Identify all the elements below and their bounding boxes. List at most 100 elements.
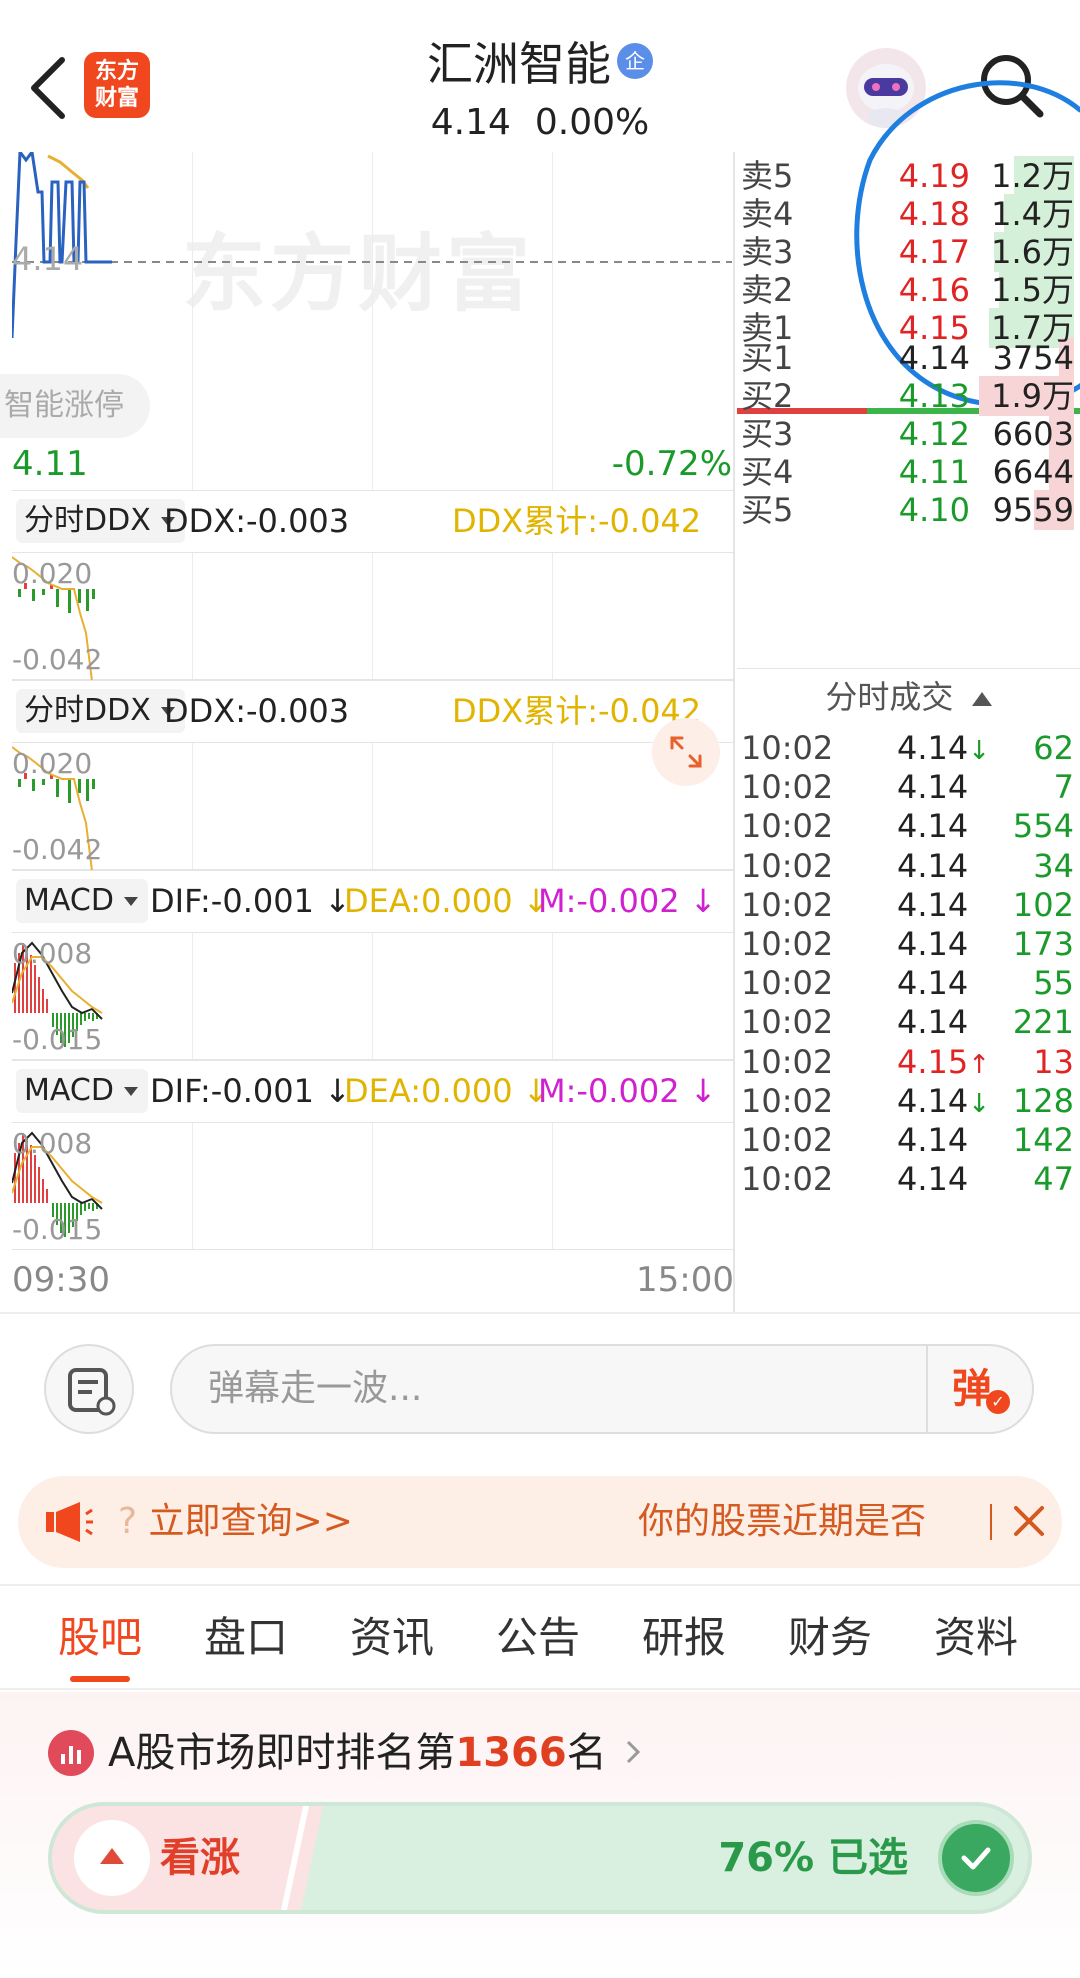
robot-assistant-icon[interactable] bbox=[846, 48, 926, 128]
arrow-down-icon: ↓ bbox=[968, 1088, 991, 1119]
danmu-input[interactable]: 弹幕走一波... bbox=[170, 1344, 1034, 1434]
query-now-link[interactable]: 立即查询>> bbox=[137, 1501, 353, 1542]
ref-price-label: 4.14 bbox=[12, 240, 84, 278]
expand-icon[interactable] bbox=[652, 718, 720, 786]
chevron-right-icon[interactable] bbox=[622, 1732, 646, 1772]
app-logo-line2: 财富 bbox=[94, 86, 139, 111]
close-icon[interactable] bbox=[1004, 1496, 1054, 1546]
indicator-header-ddx-1: 分时DDX DDX:-0.003 DDX累计:-0.042 bbox=[12, 490, 735, 552]
bar-chart-icon bbox=[48, 1730, 94, 1776]
stock-name: 汇洲智能 bbox=[427, 37, 611, 91]
tick-price-value: 4.14 bbox=[897, 885, 969, 924]
ddx-value: DDX:-0.003 bbox=[164, 692, 350, 730]
rank-suffix: 名 bbox=[566, 1730, 607, 1776]
vote-up-label[interactable]: 看涨 bbox=[160, 1806, 240, 1910]
tab-research[interactable]: 研报 bbox=[624, 1586, 744, 1692]
tab-pankou[interactable]: 盘口 bbox=[186, 1586, 306, 1692]
low-pct-label: -0.72% bbox=[611, 444, 732, 484]
macd-bottom-label: -0.015 bbox=[12, 1213, 103, 1246]
macd-top-label: 0.008 bbox=[12, 937, 93, 970]
tick-price-value: 4.14 bbox=[897, 1160, 969, 1199]
tick-price-value: 4.14 bbox=[897, 729, 969, 767]
tick-price-value: 4.14 bbox=[897, 846, 969, 885]
search-icon[interactable] bbox=[976, 50, 1046, 120]
price-line: 4.14 0.00% bbox=[300, 102, 780, 143]
m-value: M:-0.002 ↓ bbox=[538, 1072, 717, 1110]
low-price-label: 4.11 bbox=[12, 444, 88, 484]
arrow-up-icon: ↑ bbox=[968, 1049, 991, 1080]
tab-news[interactable]: 资讯 bbox=[332, 1586, 452, 1692]
bid-level-label: 买5 bbox=[741, 491, 794, 529]
tab-announcements[interactable]: 公告 bbox=[478, 1586, 598, 1692]
bid-price: 4.10 bbox=[898, 491, 970, 529]
indicator-chart-ddx-2[interactable]: 0.020 -0.042 bbox=[12, 742, 735, 871]
dif-value: DIF:-0.001 ↓ bbox=[150, 882, 351, 920]
arrow-down-icon: ↓ bbox=[968, 736, 991, 766]
rank-area: A股市场即时排名第1366名 看涨 76% 已选 bbox=[0, 1692, 1080, 1978]
indicator-chart-ddx-1[interactable]: 0.020 -0.042 bbox=[12, 552, 735, 681]
tick-price-value: 4.14 bbox=[897, 964, 969, 1003]
sort-up-icon bbox=[971, 692, 992, 706]
comment-bar: 弹幕走一波... 弹 ✓ bbox=[0, 1312, 1080, 1462]
up-arrow-icon[interactable] bbox=[74, 1820, 150, 1896]
indicator-header-macd-2: MACD DIF:-0.001 ↓ DEA:0.000 ↓ M:-0.002 ↓ bbox=[12, 1060, 735, 1122]
tick-row: 10:02 4.14 47 bbox=[737, 1155, 1080, 1204]
indicator-selector-ddx-1[interactable]: 分时DDX bbox=[16, 499, 185, 543]
indicator-header-macd-1: MACD DIF:-0.001 ↓ DEA:0.000 ↓ M:-0.002 ↓ bbox=[12, 870, 735, 932]
indicator-selector-macd-1[interactable]: MACD bbox=[16, 879, 148, 923]
price-chart[interactable]: 东方财富 4.14 智能涨停 4.11 -0.72% bbox=[0, 152, 732, 490]
sentiment-vote-bar[interactable]: 看涨 76% 已选 bbox=[48, 1802, 1032, 1914]
indicator-header-ddx-2: 分时DDX DDX:-0.003 DDX累计:-0.042 bbox=[12, 680, 735, 742]
back-arrow-icon[interactable] bbox=[18, 48, 78, 128]
vote-percent: 76% 已选 bbox=[718, 1835, 908, 1881]
tab-profile[interactable]: 资料 bbox=[916, 1586, 1036, 1692]
bid-volume: 9559 bbox=[992, 491, 1074, 529]
tab-finance[interactable]: 财务 bbox=[770, 1586, 890, 1692]
macd-top-label: 0.008 bbox=[12, 1127, 93, 1160]
chart-area: 东方财富 4.14 智能涨停 4.11 -0.72% 分时DDX DDX:-0.… bbox=[0, 152, 735, 1312]
m-value: M:-0.002 ↓ bbox=[538, 882, 717, 920]
app-logo[interactable]: 东方 财富 bbox=[84, 52, 150, 118]
title-block: 汇洲智能企 4.14 0.00% bbox=[300, 28, 780, 143]
rank-number: 1366 bbox=[455, 1730, 567, 1776]
tick-price-value: 4.14 bbox=[897, 768, 969, 807]
ddx-value: DDX:-0.003 bbox=[164, 502, 350, 540]
indicator-selector-macd-2[interactable]: MACD bbox=[16, 1069, 148, 1113]
header: 东方 财富 汇洲智能企 4.14 0.00% bbox=[0, 0, 1080, 152]
tick-price-value: 4.14 bbox=[897, 1003, 969, 1042]
tick-volume: 47 bbox=[1033, 1160, 1074, 1199]
promo-banner[interactable]: ‌? 立即查询>> 你的股票近期是否 bbox=[18, 1476, 1062, 1568]
indicator-selector-ddx-2[interactable]: 分时DDX bbox=[16, 689, 185, 733]
active-tab-indicator bbox=[70, 1676, 130, 1682]
time-start-label: 09:30 bbox=[12, 1260, 110, 1300]
note-settings-icon[interactable] bbox=[44, 1344, 134, 1434]
ddx-top-label: 0.020 bbox=[12, 557, 93, 590]
megaphone-icon bbox=[46, 1502, 93, 1542]
macd-bottom-label: -0.015 bbox=[12, 1023, 103, 1056]
banner-left-faint: ‌? bbox=[118, 1501, 138, 1542]
ddx-top-label: 0.020 bbox=[12, 747, 93, 780]
danmu-toggle-button[interactable]: 弹 ✓ bbox=[952, 1354, 1022, 1424]
indicator-chart-macd-2[interactable]: 0.008 -0.015 bbox=[12, 1122, 735, 1250]
ddx-cumulative: DDX累计:-0.042 bbox=[452, 502, 702, 540]
limit-up-tag[interactable]: 智能涨停 bbox=[0, 374, 150, 438]
app-logo-line1: 东方 bbox=[94, 59, 139, 84]
indicator-chart-macd-1[interactable]: 0.008 -0.015 bbox=[12, 932, 735, 1060]
selected-check-icon bbox=[938, 1820, 1014, 1896]
tick-price-value: 4.15 bbox=[897, 1042, 969, 1081]
enterprise-badge: 企 bbox=[617, 43, 653, 79]
ticks-header[interactable]: 分时成交 bbox=[737, 668, 1080, 724]
current-price: 4.14 bbox=[430, 102, 511, 143]
check-icon: ✓ bbox=[986, 1390, 1010, 1414]
banner-left-text: ‌? 立即查询>> bbox=[118, 1476, 353, 1568]
ddx-bottom-label: -0.042 bbox=[12, 833, 103, 866]
ticks-header-label: 分时成交 bbox=[825, 678, 954, 716]
tick-price-value: 4.14 bbox=[897, 1121, 969, 1159]
tick-price-value: 4.14 bbox=[897, 925, 969, 963]
banner-right-text: 你的股票近期是否 bbox=[638, 1501, 927, 1542]
tick-time: 10:02 bbox=[741, 1160, 834, 1199]
tick-price-value: 4.14 bbox=[897, 807, 969, 846]
rank-prefix: A股市场即时排名第 bbox=[108, 1730, 456, 1776]
market-rank[interactable]: A股市场即时排名第1366名 bbox=[108, 1718, 607, 1788]
bid-row[interactable]: 买5 4.10 9559 bbox=[737, 486, 1080, 534]
